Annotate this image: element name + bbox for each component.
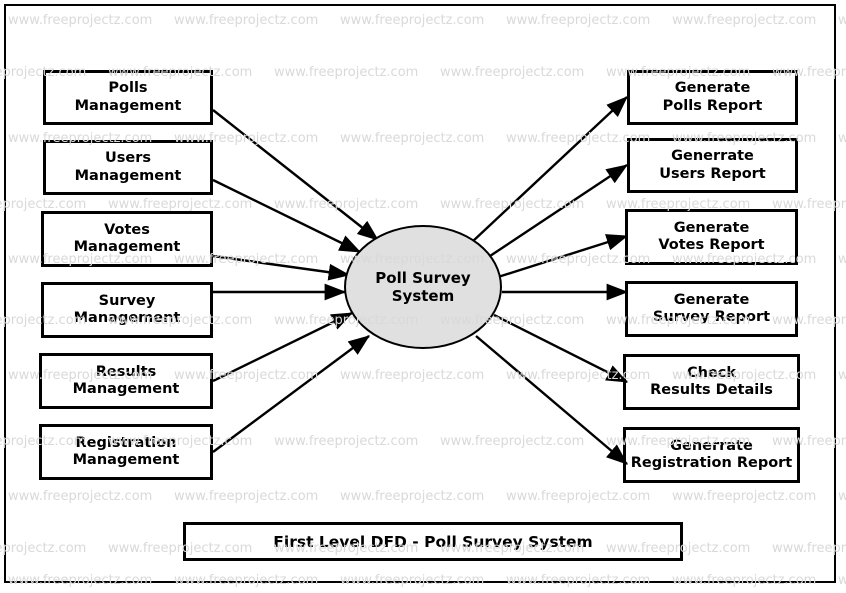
entity-label: Registration Management: [72, 434, 180, 468]
entity-votes-management[interactable]: Votes Management: [41, 211, 213, 267]
entity-check-results-details[interactable]: Check Results Details: [623, 354, 800, 410]
entity-label: Check Results Details: [650, 364, 773, 398]
entity-label: Votes Management: [73, 221, 181, 255]
process-poll-survey-system[interactable]: Poll Survey System: [344, 225, 502, 349]
entity-label: Results Management: [72, 363, 180, 397]
entity-generate-users-report[interactable]: Generrate Users Report: [627, 138, 798, 193]
entity-label: Polls Management: [74, 80, 182, 114]
entity-polls-management[interactable]: Polls Management: [43, 70, 213, 125]
flow-process-to-polls-report: [471, 96, 628, 243]
entity-label: Generrate Registration Report: [630, 437, 793, 471]
entity-label: Users Management: [74, 150, 182, 184]
flow-process-to-results-details: [493, 313, 629, 384]
entity-generate-survey-report[interactable]: Generate Survey Report: [625, 281, 798, 337]
flow-votes-to-process: [212, 254, 351, 281]
entity-label: Survey Management: [73, 292, 181, 326]
diagram-title-box: First Level DFD - Poll Survey System: [183, 522, 683, 561]
diagram-title: First Level DFD - Poll Survey System: [273, 532, 593, 551]
process-label: Poll Survey System: [375, 269, 471, 305]
flow-registration-to-process: [212, 335, 370, 453]
flow-process-to-registration-report: [475, 335, 628, 465]
entity-label: Generate Polls Report: [662, 80, 763, 114]
entity-users-management[interactable]: Users Management: [43, 140, 213, 195]
flow-results-to-process: [212, 311, 354, 383]
entity-results-management[interactable]: Results Management: [39, 353, 213, 409]
dfd-diagram-canvas: www.freeprojectz.com www.freeprojectz.com…: [0, 0, 846, 593]
flow-process-to-users-report: [486, 164, 628, 259]
entity-generate-polls-report[interactable]: Generate Polls Report: [627, 70, 798, 125]
flow-process-to-votes-report: [497, 234, 629, 279]
entity-label: Generate Votes Report: [658, 219, 765, 253]
entity-label: Generate Survey Report: [652, 291, 771, 325]
entity-generate-registration-report[interactable]: Generrate Registration Report: [623, 427, 800, 483]
entity-survey-management[interactable]: Survey Management: [41, 282, 213, 338]
entity-registration-management[interactable]: Registration Management: [39, 424, 213, 480]
flow-users-to-process: [212, 178, 362, 254]
entity-generate-votes-report[interactable]: Generate Votes Report: [625, 209, 798, 265]
entity-label: Generrate Users Report: [659, 148, 766, 182]
